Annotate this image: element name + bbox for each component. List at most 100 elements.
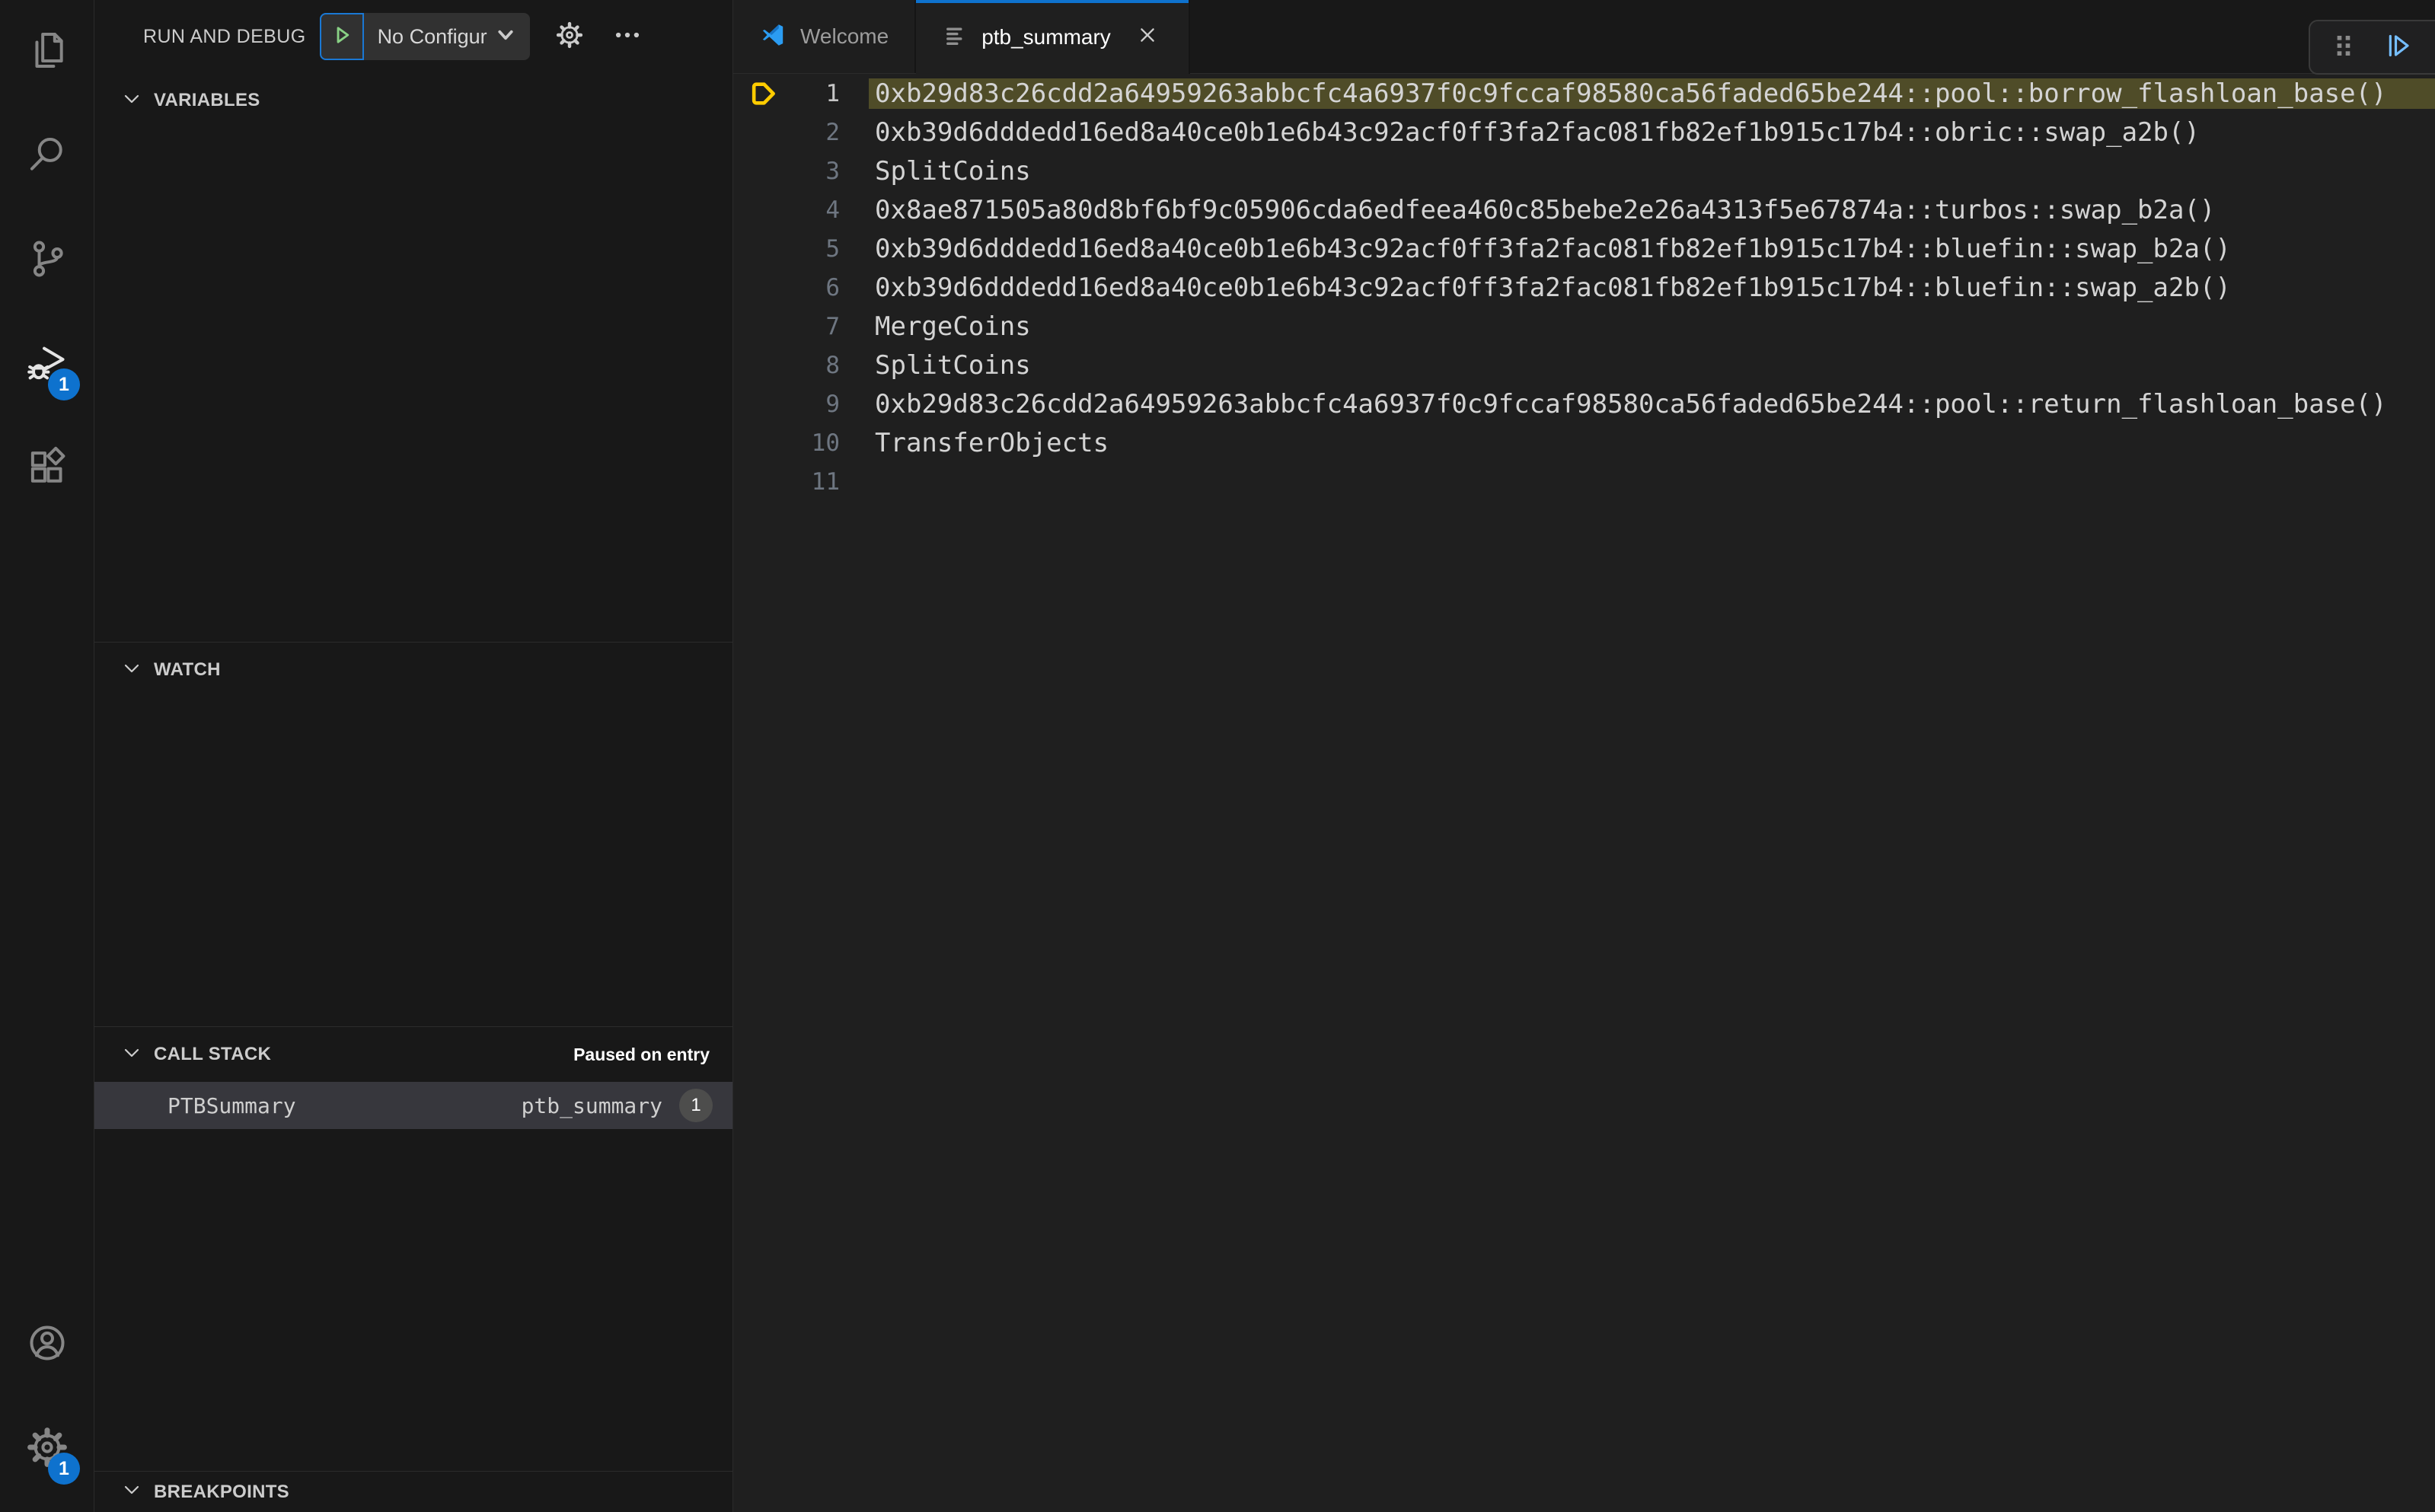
run-and-debug-sidebar: RUN AND DEBUG No Configur VARIABLES WATC… bbox=[94, 0, 733, 1512]
code-line[interactable]: 5 0xb39d6dddedd16ed8a40ce0b1e6b43c92acf0f… bbox=[733, 229, 2435, 268]
files-icon bbox=[26, 29, 69, 75]
vscode-window: 1 1 RUN AND DEBUG No Configur VARIABLES … bbox=[0, 0, 2435, 1512]
line-text: 0xb39d6dddedd16ed8a40ce0b1e6b43c92acf0ff… bbox=[875, 272, 2231, 303]
breakpoints-section-header[interactable]: BREAKPOINTS bbox=[94, 1472, 732, 1512]
toolbar-drag-handle[interactable] bbox=[2324, 27, 2363, 67]
breakpoint-gutter[interactable] bbox=[733, 462, 794, 501]
breakpoint-gutter[interactable] bbox=[733, 229, 794, 268]
breakpoint-gutter[interactable] bbox=[733, 190, 794, 229]
activity-explorer[interactable] bbox=[0, 0, 94, 104]
code-line[interactable]: 8 SplitCoins bbox=[733, 346, 2435, 384]
activity-bar-bottom: 1 bbox=[0, 1293, 94, 1512]
config-dropdown-label: No Configur bbox=[377, 24, 487, 48]
step-over-button[interactable] bbox=[2432, 27, 2435, 67]
activity-accounts[interactable] bbox=[0, 1293, 94, 1397]
ellipsis-icon bbox=[613, 21, 642, 53]
code-line[interactable]: 10 TransferObjects bbox=[733, 423, 2435, 462]
views-more-actions-button[interactable] bbox=[609, 18, 646, 55]
line-number: 7 bbox=[825, 312, 840, 340]
variables-section-header[interactable]: VARIABLES bbox=[94, 73, 732, 128]
tab-bar: Welcome ptb_summary bbox=[733, 0, 2435, 74]
source-control-icon bbox=[26, 238, 69, 284]
chevron-down-icon bbox=[496, 26, 515, 48]
line-text: 0x8ae871505a80d8bf6bf9c05906cda6edfeea46… bbox=[875, 194, 2216, 225]
variables-section: VARIABLES bbox=[94, 73, 732, 642]
tab-ptb-summary[interactable]: ptb_summary bbox=[916, 0, 1190, 74]
breakpoints-label: BREAKPOINTS bbox=[154, 1481, 289, 1502]
close-icon bbox=[1138, 25, 1157, 49]
debug-toolbar bbox=[2309, 20, 2435, 75]
line-text: 0xb29d83c26cdd2a64959263abbcfc4a6937f0c9… bbox=[869, 78, 2435, 109]
code-line[interactable]: 3 SplitCoins bbox=[733, 152, 2435, 190]
line-number: 2 bbox=[825, 118, 840, 146]
frame-name: PTBSummary bbox=[168, 1093, 296, 1118]
call-stack-section: CALL STACK Paused on entry PTBSummary pt… bbox=[94, 1026, 732, 1471]
gear-icon bbox=[555, 21, 584, 53]
variables-label: VARIABLES bbox=[154, 90, 260, 110]
breakpoint-gutter[interactable] bbox=[733, 346, 794, 384]
activity-run-and-debug[interactable]: 1 bbox=[0, 313, 94, 417]
file-list-icon bbox=[942, 22, 968, 52]
code-line[interactable]: 2 0xb39d6dddedd16ed8a40ce0b1e6b43c92acf0f… bbox=[733, 113, 2435, 152]
breakpoint-gutter[interactable] bbox=[733, 384, 794, 423]
settings-badge: 1 bbox=[48, 1453, 80, 1485]
line-number: 11 bbox=[811, 467, 840, 496]
activity-settings[interactable]: 1 bbox=[0, 1397, 94, 1501]
sidebar-header: RUN AND DEBUG No Configur bbox=[94, 0, 732, 73]
code-line[interactable]: 6 0xb39d6dddedd16ed8a40ce0b1e6b43c92acf0f… bbox=[733, 268, 2435, 307]
call-stack-frame-row[interactable]: PTBSummary ptb_summary 1 bbox=[94, 1082, 732, 1129]
call-stack-label: CALL STACK bbox=[154, 1044, 272, 1064]
breakpoint-gutter[interactable] bbox=[733, 268, 794, 307]
activity-bar: 1 1 bbox=[0, 0, 94, 1512]
line-text: SplitCoins bbox=[875, 155, 1031, 187]
breakpoint-gutter[interactable] bbox=[733, 113, 794, 152]
frame-badge: 1 bbox=[679, 1089, 713, 1122]
paused-status-text: Paused on entry bbox=[573, 1044, 710, 1064]
start-debugging-button[interactable] bbox=[319, 13, 364, 60]
line-number: 8 bbox=[825, 351, 840, 379]
code-line[interactable]: 9 0xb29d83c26cdd2a64959263abbcfc4a6937f0c… bbox=[733, 384, 2435, 423]
code-line[interactable]: 11 bbox=[733, 462, 2435, 501]
line-text: TransferObjects bbox=[875, 427, 1109, 458]
line-number: 5 bbox=[825, 234, 840, 263]
line-number: 1 bbox=[825, 79, 840, 107]
activity-bar-top: 1 bbox=[0, 0, 94, 522]
search-icon bbox=[26, 133, 69, 180]
breakpoint-gutter-current[interactable] bbox=[733, 74, 794, 113]
continue-button[interactable] bbox=[2378, 27, 2417, 67]
breakpoint-gutter[interactable] bbox=[733, 152, 794, 190]
config-dropdown-body[interactable]: No Configur bbox=[364, 13, 530, 60]
code-line[interactable]: 7 MergeCoins bbox=[733, 307, 2435, 346]
line-text: 0xb39d6dddedd16ed8a40ce0b1e6b43c92acf0ff… bbox=[875, 116, 2200, 148]
line-text: MergeCoins bbox=[875, 311, 1031, 342]
watch-section-header[interactable]: WATCH bbox=[94, 643, 732, 697]
gripper-icon bbox=[2328, 30, 2359, 65]
code-line[interactable]: 1 0xb29d83c26cdd2a64959263abbcfc4a6937f0c… bbox=[733, 74, 2435, 113]
tab-welcome[interactable]: Welcome bbox=[733, 0, 917, 73]
tab-welcome-label: Welcome bbox=[800, 24, 889, 48]
chevron-down-icon bbox=[122, 659, 142, 682]
line-number: 4 bbox=[825, 196, 840, 224]
breakpoint-gutter[interactable] bbox=[733, 307, 794, 346]
activity-extensions[interactable] bbox=[0, 417, 94, 522]
activity-search[interactable] bbox=[0, 104, 94, 209]
chevron-down-icon bbox=[122, 1043, 142, 1067]
debug-current-statement-icon bbox=[752, 81, 775, 105]
code-line[interactable]: 4 0x8ae871505a80d8bf6bf9c05906cda6edfeea4… bbox=[733, 190, 2435, 229]
line-number: 3 bbox=[825, 157, 840, 185]
close-tab-button[interactable] bbox=[1132, 22, 1163, 53]
chevron-down-icon bbox=[122, 1480, 142, 1504]
line-number: 10 bbox=[811, 429, 840, 457]
play-icon bbox=[329, 22, 355, 52]
line-text: 0xb39d6dddedd16ed8a40ce0b1e6b43c92acf0ff… bbox=[875, 233, 2231, 264]
watch-section: WATCH bbox=[94, 642, 732, 1026]
open-launch-json-button[interactable] bbox=[551, 18, 588, 55]
activity-source-control[interactable] bbox=[0, 209, 94, 313]
debug-badge: 1 bbox=[48, 368, 80, 400]
line-text: SplitCoins bbox=[875, 349, 1031, 381]
breakpoints-section: BREAKPOINTS bbox=[94, 1471, 732, 1512]
call-stack-section-header[interactable]: CALL STACK Paused on entry bbox=[94, 1027, 732, 1082]
tab-ptb-summary-label: ptb_summary bbox=[981, 24, 1111, 49]
debug-config-dropdown[interactable]: No Configur bbox=[319, 13, 530, 60]
breakpoint-gutter[interactable] bbox=[733, 423, 794, 462]
